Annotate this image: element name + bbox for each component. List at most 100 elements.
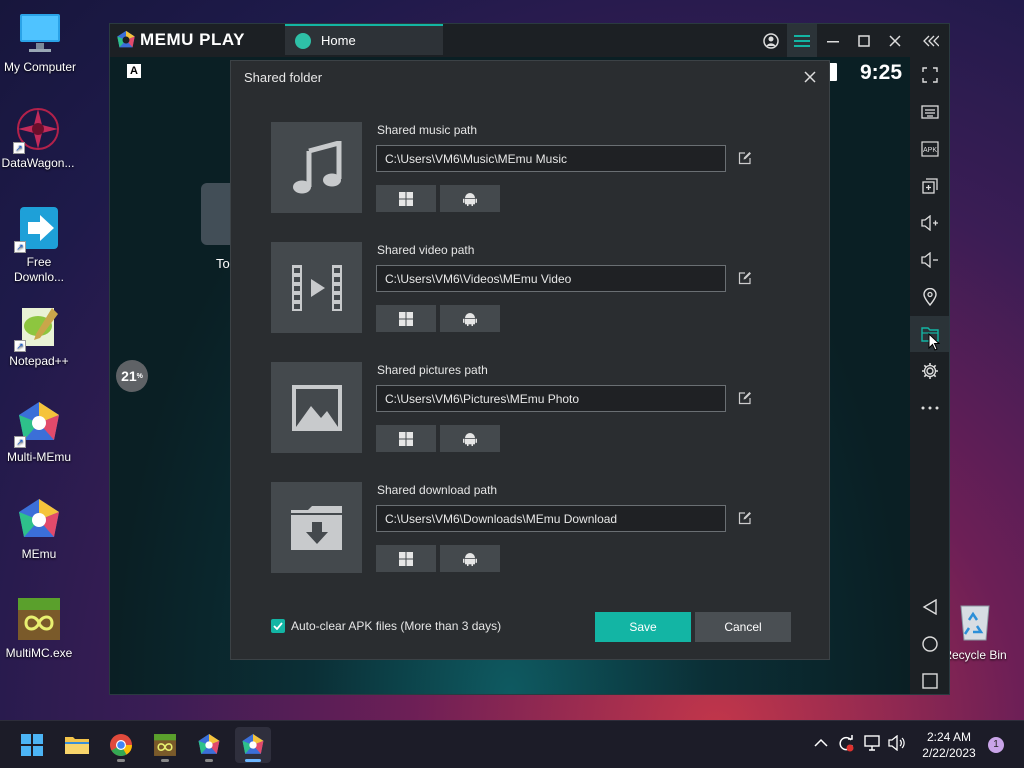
shared-download-row: Shared download path (271, 482, 791, 574)
memory-cleaner-badge[interactable]: 21% (116, 360, 148, 392)
tray-overflow-button[interactable] (814, 737, 828, 751)
maximize-button[interactable] (849, 24, 879, 57)
open-in-android-button[interactable] (440, 185, 500, 212)
memu-titlebar: MEMU PLAY Home (110, 24, 949, 57)
hamburger-menu-icon (794, 34, 810, 47)
minimize-button[interactable] (818, 24, 848, 57)
taskbar: 2:24 AM 2/22/2023 1 (0, 720, 1024, 768)
edit-pictures-path-button[interactable] (738, 391, 754, 407)
keyboard-button[interactable] (910, 94, 949, 130)
edit-icon (738, 272, 751, 285)
android-recents-button[interactable] (910, 663, 949, 694)
open-in-android-button[interactable] (440, 305, 500, 332)
dialog-close-button[interactable] (799, 66, 821, 88)
tray-network-button[interactable] (864, 735, 882, 754)
close-button[interactable] (880, 24, 910, 57)
edit-video-path-button[interactable] (738, 271, 754, 287)
fullscreen-button[interactable] (910, 57, 949, 93)
desktop-icon-memu[interactable]: MEmu (0, 497, 79, 562)
edit-music-path-button[interactable] (738, 151, 754, 167)
apk-icon: APK (921, 141, 939, 157)
volume-down-icon (921, 252, 938, 268)
windows-icon (399, 551, 413, 566)
file-explorer-icon (65, 737, 89, 754)
desktop-icon-notepadpp[interactable]: ↗ Notepad++ (0, 304, 79, 369)
edit-download-path-button[interactable] (738, 511, 754, 527)
shortcut-arrow-icon: ↗ (14, 241, 26, 253)
tray-sync-button[interactable] (837, 734, 855, 755)
collapse-sidebar-button[interactable] (916, 24, 946, 57)
location-button[interactable] (910, 279, 949, 315)
shared-pictures-path-input[interactable] (376, 385, 726, 412)
save-button[interactable]: Save (595, 612, 691, 642)
taskbar-multi-memu[interactable] (191, 727, 227, 763)
cancel-button[interactable]: Cancel (695, 612, 791, 642)
open-in-windows-button[interactable] (376, 425, 436, 452)
picture-icon (271, 362, 362, 453)
multi-memu-icon (198, 734, 220, 754)
status-notification-icon: A (127, 64, 141, 78)
auto-clear-apk-option[interactable]: Auto-clear APK files (More than 3 days) (271, 619, 501, 633)
android-home-button[interactable] (910, 626, 949, 662)
memu-logo-text: MEMU PLAY (140, 30, 245, 49)
shared-download-path-input[interactable] (376, 505, 726, 532)
open-in-android-button[interactable] (440, 545, 500, 572)
memu-icon (16, 497, 62, 543)
windows-start-icon (21, 734, 43, 756)
install-apk-button[interactable]: APK (910, 131, 949, 167)
multimc-icon (154, 734, 176, 756)
open-in-windows-button[interactable] (376, 305, 436, 332)
volume-up-icon (921, 215, 938, 231)
shared-video-path-input[interactable] (376, 265, 726, 292)
desktop-icon-label: Notepad++ (9, 354, 69, 368)
volume-up-button[interactable] (910, 205, 949, 241)
multi-memu-icon: ↗ (14, 400, 62, 448)
more-dots-icon (921, 406, 939, 410)
desktop-icon-free-download[interactable]: ↗ Free Downlo... (0, 205, 79, 285)
account-button[interactable] (756, 24, 786, 57)
shared-music-path-input[interactable] (376, 145, 726, 172)
taskbar-memu[interactable] (235, 727, 271, 763)
volume-down-button[interactable] (910, 242, 949, 278)
add-window-icon (922, 178, 938, 194)
notification-badge[interactable]: 1 (988, 737, 1004, 753)
running-indicator (245, 759, 261, 762)
android-icon (463, 552, 477, 566)
side-toolbar: APK (910, 57, 949, 694)
android-back-button[interactable] (910, 589, 949, 625)
memu-icon (242, 734, 264, 754)
tab-home[interactable]: Home (285, 24, 443, 55)
notepad-plus-plus-icon: ↗ (14, 304, 62, 352)
multi-window-button[interactable] (910, 168, 949, 204)
taskbar-multimc[interactable] (147, 727, 183, 763)
open-in-windows-button[interactable] (376, 185, 436, 212)
fullscreen-icon (922, 67, 938, 83)
more-button[interactable] (910, 390, 949, 426)
shared-video-row: Shared video path (271, 242, 791, 334)
speaker-icon (888, 734, 905, 752)
film-icon (271, 242, 362, 333)
taskbar-chrome[interactable] (103, 727, 139, 763)
menu-button[interactable] (787, 24, 817, 57)
auto-clear-checkbox[interactable] (271, 619, 285, 633)
desktop-icon-datawagon[interactable]: ↗ DataWagon... (0, 106, 78, 171)
open-in-windows-button[interactable] (376, 545, 436, 572)
recycle-bin-icon (952, 598, 998, 644)
desktop-icon-multi-memu[interactable]: ↗ Multi-MEmu (0, 400, 79, 465)
taskbar-file-explorer[interactable] (59, 727, 95, 763)
running-indicator (117, 759, 125, 762)
open-in-android-button[interactable] (440, 425, 500, 452)
start-button[interactable] (14, 727, 50, 763)
home-tab-icon (295, 32, 311, 49)
running-indicator (161, 759, 169, 762)
account-icon (763, 32, 779, 49)
desktop-icon-multimc[interactable]: MultiMC.exe (0, 596, 79, 661)
tray-clock[interactable]: 2:24 AM 2/22/2023 (910, 729, 988, 761)
settings-button[interactable] (910, 353, 949, 389)
multimc-icon (16, 596, 62, 642)
tray-volume-button[interactable] (888, 734, 906, 754)
recents-square-icon (922, 673, 938, 689)
app-folder-widget[interactable] (201, 183, 231, 245)
shared-music-row: Shared music path (271, 122, 791, 214)
desktop-icon-my-computer[interactable]: My Computer (0, 10, 80, 75)
